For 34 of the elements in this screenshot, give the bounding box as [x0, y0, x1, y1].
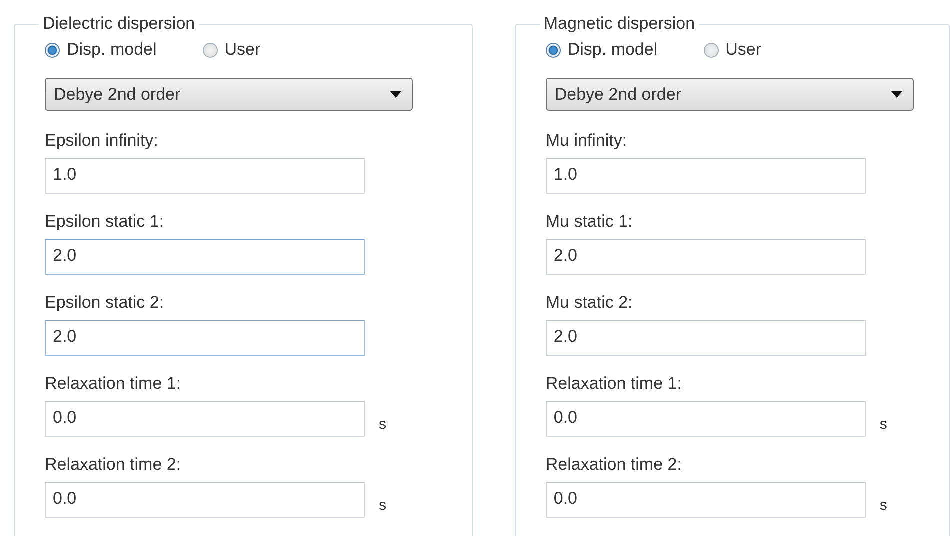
group-title: Magnetic dispersion — [542, 14, 696, 34]
input-field[interactable]: 2.0 — [546, 320, 866, 356]
field-label: Epsilon infinity: — [45, 131, 160, 151]
input-field[interactable]: 1.0 — [546, 158, 866, 194]
unit-label: s — [880, 414, 888, 432]
unit-label: s — [379, 414, 386, 432]
field-label: Mu infinity: — [546, 131, 628, 151]
model-dropdown[interactable]: Debye 2nd order — [546, 78, 914, 111]
radio-option[interactable]: User — [202, 40, 261, 60]
field-label: Relaxation time 1: — [45, 374, 182, 394]
radio-option[interactable]: User — [704, 40, 762, 60]
unit-label: s — [379, 496, 386, 514]
input-field[interactable]: 2.0 — [45, 320, 365, 356]
radio-option[interactable]: Disp. model — [546, 40, 658, 60]
field-label: Mu static 1: — [546, 212, 634, 232]
input-field[interactable]: 0.0 — [45, 482, 365, 518]
field-label: Relaxation time 2: — [546, 455, 683, 475]
model-dropdown[interactable]: Debye 2nd order — [45, 78, 413, 111]
input-field[interactable]: 0.0 — [45, 401, 365, 437]
input-field[interactable]: 0.0 — [546, 401, 866, 437]
caret-icon — [390, 91, 402, 98]
group-title: Dielectric dispersion — [42, 14, 196, 34]
input-field[interactable]: 1.0 — [45, 158, 365, 194]
caret-icon — [890, 91, 903, 98]
field-label: Mu static 2: — [546, 293, 634, 313]
input-field[interactable]: 0.0 — [546, 482, 866, 518]
field-label: Relaxation time 2: — [45, 455, 182, 475]
field-label: Epsilon static 2: — [45, 293, 166, 313]
radio-option[interactable]: Disp. model — [45, 40, 157, 60]
input-field[interactable]: 2.0 — [546, 239, 866, 275]
input-field[interactable]: 2.0 — [45, 239, 365, 275]
field-label: Epsilon static 1: — [45, 212, 166, 232]
field-label: Relaxation time 1: — [546, 374, 683, 394]
unit-label: s — [880, 496, 888, 514]
